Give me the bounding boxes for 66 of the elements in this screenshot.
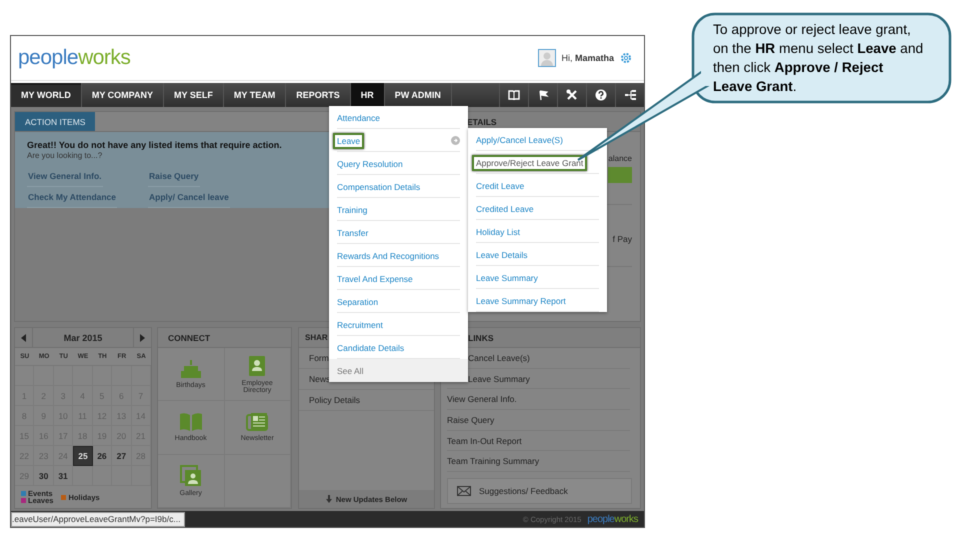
quick-link[interactable]: View General Info.	[447, 394, 517, 404]
action-message: Great!! You do not have any listed items that require action.	[27, 140, 282, 150]
quick-link[interactable]: Raise Query	[447, 415, 494, 426]
menu-item[interactable]: Transfer	[333, 224, 372, 240]
newsletter-icon[interactable]	[246, 412, 268, 432]
action-items-tab[interactable]: ACTION ITEMS	[15, 112, 96, 131]
settings-icon[interactable]	[620, 52, 632, 64]
quick-link[interactable]: Apply/ Cancel leave	[148, 187, 230, 208]
quick-link[interactable]: Team In-Out Report	[447, 436, 522, 446]
previous-icon[interactable]	[21, 334, 26, 342]
sitemap-icon[interactable]	[624, 89, 636, 101]
menu-item[interactable]: Holiday List	[472, 224, 524, 240]
envelope-icon	[457, 486, 471, 496]
calendar-cell	[73, 466, 93, 486]
list-link[interactable]: Policy Details	[309, 395, 360, 405]
menu-item[interactable]: Leave Summary	[472, 270, 542, 286]
prompt-text: Are you looking to...?	[27, 151, 102, 160]
calendar-day[interactable]: 30	[34, 466, 54, 486]
book-icon[interactable]	[508, 90, 520, 100]
feedback-button[interactable]: Suggestions/ Feedback	[447, 478, 632, 504]
menu-item[interactable]: Leave	[333, 132, 364, 148]
menu-item[interactable]: Approve/Reject Leave Grant	[472, 154, 588, 170]
menu-item[interactable]: Leave Details	[472, 246, 532, 262]
nav-tab[interactable]: HR	[350, 83, 385, 107]
quick-link[interactable]: Team Training Summary	[447, 456, 540, 466]
balance-label: alance	[608, 154, 632, 163]
quick-link[interactable]: Check My Attendance	[27, 187, 118, 208]
tools-icon[interactable]	[566, 89, 578, 101]
menu-item[interactable]: Rewards And Recognitions	[333, 248, 444, 264]
flag-icon[interactable]	[538, 90, 548, 100]
menu-item[interactable]: Query Resolution	[333, 156, 407, 172]
menu-item[interactable]: Leave Summary Report	[472, 292, 570, 308]
calendar-day[interactable]: 31	[54, 466, 74, 486]
menu-item[interactable]: Attendance	[333, 110, 384, 126]
greeting: Hi, Mamatha	[561, 53, 614, 63]
gallery-icon[interactable]	[180, 464, 202, 487]
month-label: Mar 2015	[64, 332, 102, 342]
quick-link[interactable]: Cancel Leave(s)	[468, 353, 530, 363]
menu-item[interactable]: Separation	[333, 294, 382, 310]
logo: peopleworks	[587, 514, 638, 524]
avatar-icon[interactable]	[538, 49, 556, 67]
nav-tab[interactable]: MY WORLD	[11, 83, 82, 107]
see-all-link[interactable]: See All	[333, 362, 368, 378]
directory-icon[interactable]	[248, 354, 266, 377]
help-icon[interactable]	[595, 89, 607, 101]
status-url: .eaveUser/ApproveLeaveGrantMv?p=I9b/c...	[11, 512, 186, 526]
pay-label: f Pay	[612, 234, 632, 244]
calendar-day[interactable]: 25	[73, 446, 93, 466]
menu-item[interactable]: Training	[333, 202, 372, 218]
list-link[interactable]: Form	[309, 353, 329, 363]
quick-link[interactable]: View General Info.	[27, 166, 103, 187]
panel-header: CONNECT	[158, 328, 291, 348]
menu-item[interactable]: Credited Leave	[472, 200, 538, 216]
logo: peopleworks	[18, 46, 130, 70]
next-icon[interactable]	[140, 334, 145, 342]
menu-item[interactable]: Apply/Cancel Leave(S)	[472, 132, 567, 148]
down-arrow-icon	[326, 495, 332, 503]
menu-item[interactable]: Compensation Details	[333, 178, 424, 194]
menu-item[interactable]: Credit Leave	[472, 178, 528, 194]
menu-item[interactable]: Travel And Expense	[333, 270, 417, 286]
calendar-cell	[92, 466, 112, 486]
calendar-day[interactable]: 26	[92, 446, 112, 466]
quick-link[interactable]: Leave Summary	[468, 374, 530, 384]
quick-link[interactable]: Raise Query	[148, 166, 200, 187]
calendar-day[interactable]: 27	[112, 446, 132, 466]
callout-text: To approve or reject leave grant, on the HR menu select Leave and then click Approve / Reject Leave Grant.	[713, 21, 924, 96]
